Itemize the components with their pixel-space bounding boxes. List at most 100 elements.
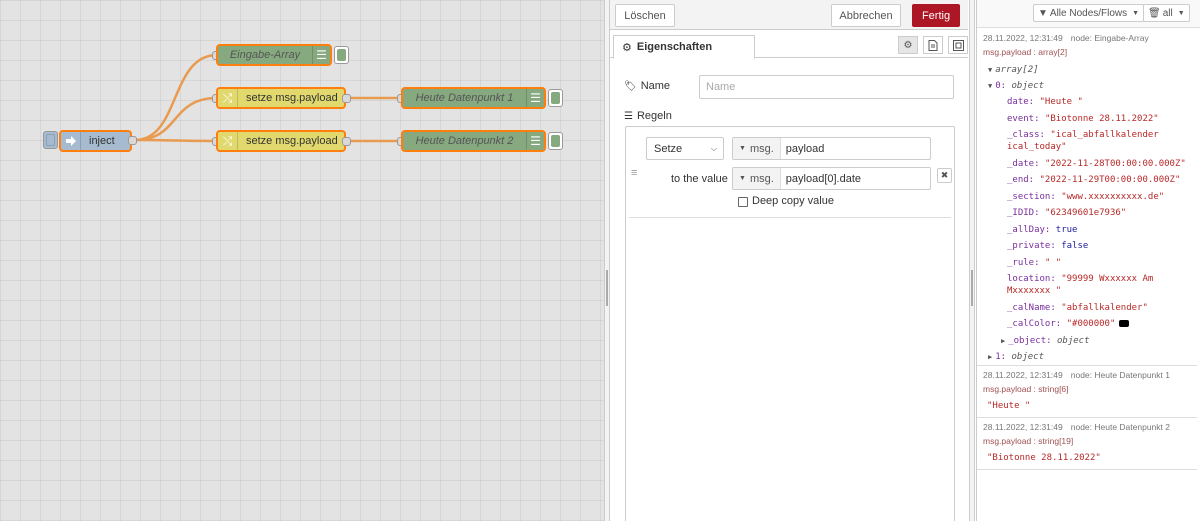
rule-source-value: payload[0].date <box>785 172 862 185</box>
message-node-link[interactable]: node: Heute Datenpunkt 2 <box>1071 422 1170 432</box>
tree-prop[interactable]: _section: "www.xxxxxxxxxx.de" <box>1007 192 1164 202</box>
tree-prop[interactable]: _calName: "abfallkalender" <box>1007 303 1148 313</box>
tree-root[interactable]: ▼ array[2] <box>988 65 1039 75</box>
change2-output-port[interactable] <box>342 137 351 146</box>
inject-button[interactable] <box>43 131 58 149</box>
tree-prop-continuation: Mxxxxxxx " <box>1007 286 1062 296</box>
rule-target-value: payload <box>785 142 825 155</box>
caret-down-icon: ▼ <box>988 82 993 90</box>
chevron-down-icon: ▼ <box>1177 9 1185 17</box>
tree-item-0[interactable]: ▼ 0: object <box>988 81 1044 91</box>
caret-right-icon: ▶ <box>1001 336 1006 345</box>
tree-prop[interactable]: _allDay: true <box>1007 225 1077 235</box>
inject-output-port[interactable] <box>128 136 137 145</box>
wire-inject-change1 <box>134 96 218 142</box>
debug-node-1[interactable]: Heute Datenpunkt 1 ☰ <box>401 87 546 109</box>
message-node-link[interactable]: node: Eingabe-Array <box>1071 33 1149 43</box>
remove-rule-icon[interactable]: ✖ <box>937 168 952 183</box>
rule-divider <box>629 217 951 218</box>
clear-dropdown[interactable]: 🗑 all ▼ <box>1143 4 1190 22</box>
rule-target-type[interactable]: ▼ msg. <box>733 138 781 159</box>
change-node-1[interactable]: ⤭ setze msg.payload <box>216 87 346 109</box>
debug-node-label: Eingabe-Array <box>229 49 301 61</box>
caret-right-icon: ▶ <box>988 352 993 361</box>
debug-message: 28.11.2022, 12:31:49 node: Heute Datenpun… <box>977 366 1197 418</box>
rules-label: ☰ Regeln <box>624 110 672 122</box>
flow-canvas[interactable]: inject Eingabe-Array ☰ ⤭ setze msg.paylo… <box>0 0 605 521</box>
settings-gear-icon[interactable]: ⚙ <box>898 36 918 54</box>
change-node-label: setze msg.payload <box>246 92 338 104</box>
debug-list-icon: ☰ <box>526 89 544 107</box>
tree-prop[interactable]: location: "99999 Wxxxxxx Am <box>1007 274 1153 284</box>
message-topic: msg.payload : string[19] <box>983 436 1074 446</box>
tree-prop[interactable]: _date: "2022-11-28T00:00:00.000Z" <box>1007 159 1186 169</box>
change-node-2[interactable]: ⤭ setze msg.payload <box>216 130 346 152</box>
debug-node-2[interactable]: Heute Datenpunkt 2 ☰ <box>401 130 546 152</box>
to-value-label: to the value <box>671 173 728 185</box>
debug-toggle-eingabe[interactable] <box>334 46 349 64</box>
tree-object[interactable]: ▶ _object: object <box>1001 336 1090 346</box>
message-value[interactable]: "Heute " <box>987 401 1030 411</box>
filter-label: Alle Nodes/Flows <box>1049 7 1128 19</box>
sidebar-resize-handle[interactable] <box>969 0 975 521</box>
rule-target-input[interactable]: ▼ msg. payload <box>732 137 931 160</box>
debug-toggle-2[interactable] <box>548 132 563 150</box>
debug-node-label: Heute Datenpunkt 2 <box>415 135 514 147</box>
cancel-button[interactable]: Abbrechen <box>831 4 901 27</box>
tree-prop[interactable]: _private: false <box>1007 241 1088 251</box>
filter-dropdown[interactable]: ▼ Alle Nodes/Flows ▼ <box>1033 4 1145 22</box>
rules-list: ≡ Setze ⌵ ▼ msg. payload to the value ▼ ms… <box>625 126 955 521</box>
debug-node-label: Heute Datenpunkt 1 <box>415 92 514 104</box>
inject-node-label: inject <box>89 135 115 147</box>
chevron-down-icon: ▼ <box>1132 9 1140 17</box>
rule-source-type[interactable]: ▼ msg. <box>733 168 781 189</box>
debug-node-eingabe-array[interactable]: Eingabe-Array ☰ <box>216 44 332 66</box>
message-node-link[interactable]: node: Heute Datenpunkt 1 <box>1071 370 1170 380</box>
wire-inject-eingabe <box>134 53 218 142</box>
tab-properties[interactable]: ⚙ Eigenschaften <box>613 35 755 59</box>
name-label: 🏷 Name <box>624 80 670 92</box>
tree-prop[interactable]: _class: "ical_abfallkalender <box>1007 130 1159 140</box>
tree-prop[interactable]: _calColor: "#000000" <box>1007 319 1130 329</box>
tree-item-1[interactable]: ▶ 1: object <box>988 352 1044 362</box>
inject-arrow-icon <box>61 132 81 150</box>
tray-header: Löschen Abbrechen Fertig <box>610 0 968 30</box>
appearance-icon[interactable] <box>948 36 968 54</box>
tree-prop[interactable]: _end: "2022-11-29T00:00:00.000Z" <box>1007 175 1180 185</box>
caret-down-icon: ▼ <box>739 175 746 182</box>
message-value[interactable]: "Biotonne 28.11.2022" <box>987 453 1101 463</box>
done-button[interactable]: Fertig <box>912 4 960 27</box>
deep-copy-checkbox[interactable] <box>738 197 748 207</box>
rule-action-select[interactable]: Setze ⌵ <box>646 137 724 160</box>
wire-inject-change2 <box>134 138 218 143</box>
debug-toolbar: ▼ Alle Nodes/Flows ▼ 🗑 all ▼ <box>977 0 1200 28</box>
tree-prop[interactable]: event: "Biotonne 28.11.2022" <box>1007 114 1159 124</box>
tray-tabs: ⚙ Eigenschaften ⚙ <box>610 30 968 59</box>
chevron-down-icon: ⌵ <box>710 143 717 153</box>
message-meta: 28.11.2022, 12:31:49 node: Heute Datenpun… <box>983 422 1170 432</box>
tree-prop[interactable]: date: "Heute " <box>1007 97 1083 107</box>
name-input[interactable]: Name <box>699 75 954 99</box>
debug-toggle-1[interactable] <box>548 89 563 107</box>
caret-down-icon: ▼ <box>988 66 993 74</box>
edit-tray: Löschen Abbrechen Fertig ⚙ Eigenschaften… <box>610 0 968 521</box>
debug-list-icon: ☰ <box>312 46 330 64</box>
tree-prop-continuation: ical_today" <box>1007 142 1067 152</box>
tree-prop[interactable]: _IDID: "62349601e7936" <box>1007 208 1126 218</box>
message-topic: msg.payload : array[2] <box>983 47 1068 57</box>
list-icon: ☰ <box>624 110 633 122</box>
change1-output-port[interactable] <box>342 94 351 103</box>
debug-list-icon: ☰ <box>526 132 544 150</box>
tree-prop[interactable]: _rule: " " <box>1007 258 1061 268</box>
gear-icon: ⚙ <box>622 41 632 54</box>
name-label-text: Name <box>640 80 671 92</box>
description-icon[interactable] <box>923 36 943 54</box>
change-node-label: setze msg.payload <box>246 135 338 147</box>
drag-handle-icon[interactable]: ≡ <box>631 167 637 179</box>
delete-button[interactable]: Löschen <box>615 4 675 27</box>
rule-source-input[interactable]: ▼ msg. payload[0].date <box>732 167 931 190</box>
shuffle-icon: ⤭ <box>218 89 238 107</box>
inject-node[interactable]: inject <box>59 130 132 152</box>
rule-action-value: Setze <box>654 142 683 155</box>
message-meta: 28.11.2022, 12:31:49 node: Heute Datenpun… <box>983 370 1170 380</box>
